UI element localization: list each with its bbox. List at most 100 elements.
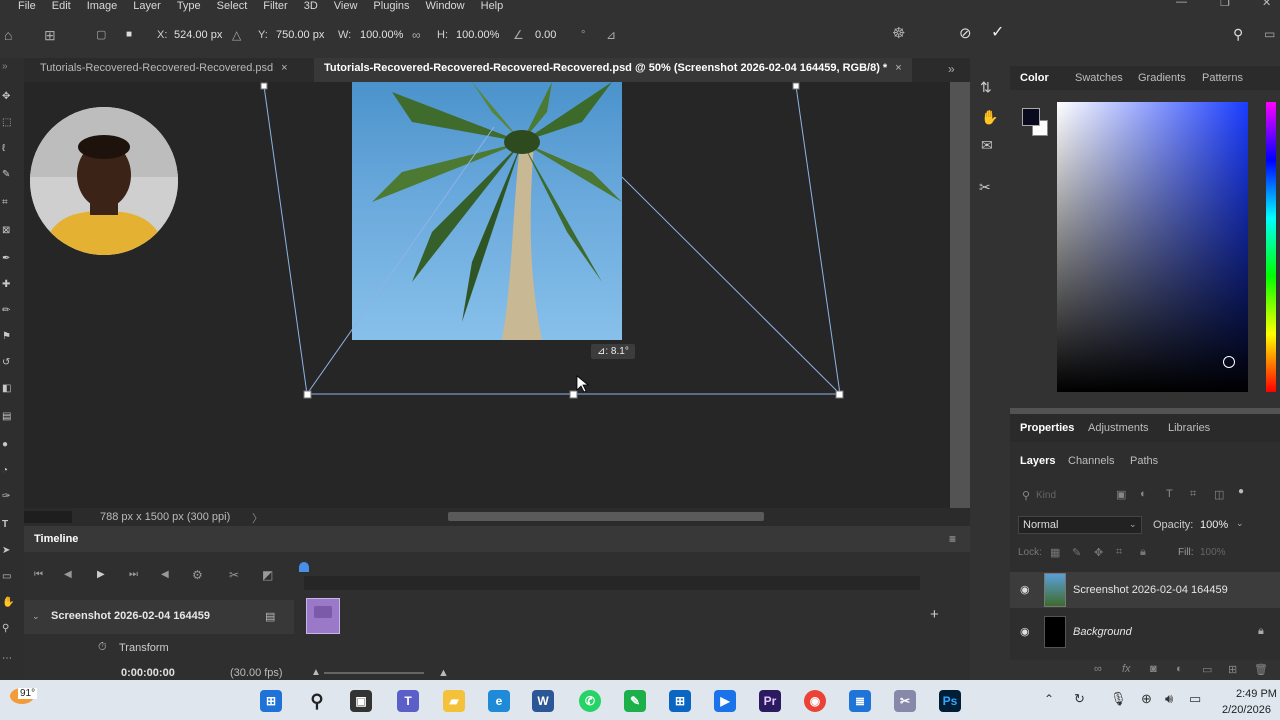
panel-collapse-icon[interactable]: » (2, 62, 16, 72)
opacity-chevron-icon[interactable]: ⌄ (1236, 518, 1244, 529)
next-frame-icon[interactable]: ⏭ (129, 569, 138, 580)
perspective-transform-box[interactable] (24, 82, 950, 508)
menu-image[interactable]: Image (79, 1, 126, 12)
quick-select-icon[interactable]: ✎ (2, 170, 16, 180)
new-layer-icon[interactable]: ⊞ (1228, 663, 1237, 676)
network-icon[interactable]: ⊕ (1141, 691, 1152, 707)
shape-tool-icon[interactable]: ▭ (2, 572, 16, 582)
tab-document-2[interactable]: Tutorials-Recovered-Recovered-Recovered-… (314, 58, 912, 82)
tabs-overflow-icon[interactable]: » (948, 62, 955, 76)
menu-layer[interactable]: Layer (125, 1, 169, 12)
sync-icon[interactable]: ↻ (1074, 691, 1085, 707)
timeline-ruler[interactable] (304, 576, 920, 590)
filter-type-icon[interactable]: T (1166, 488, 1173, 500)
filter-smart-icon[interactable]: ◫ (1214, 488, 1224, 501)
task-view-icon[interactable]: ▣ (350, 690, 372, 712)
commit-transform-icon[interactable]: ✓ (991, 25, 1004, 41)
whatsapp-icon[interactable]: ✆ (579, 690, 601, 712)
play-icon[interactable]: ▶ (97, 569, 105, 580)
angle-field[interactable]: 0.00 (535, 29, 556, 41)
warp-mode-icon[interactable]: ⊿ (606, 28, 616, 42)
lock-pixels-icon[interactable]: ✎ (1072, 546, 1081, 559)
clock-date[interactable]: 2/20/2026 (1222, 704, 1271, 716)
x-field[interactable]: 524.00 px (174, 29, 222, 41)
zoom-slider[interactable] (324, 672, 424, 674)
stamp-tool-icon[interactable]: ⚑ (2, 332, 16, 342)
transition-icon[interactable]: ◩ (262, 568, 273, 582)
lock-all-icon[interactable]: 🔒︎ (1140, 546, 1146, 559)
zoom-in-icon[interactable]: ▲ (438, 667, 449, 679)
layer-row[interactable]: ◉ Screenshot 2026-02-04 164459 (1010, 572, 1280, 608)
tools-panel-icon[interactable]: ✂ (979, 180, 991, 194)
timeline-menu-icon[interactable]: ≡ (949, 532, 956, 546)
tab-gradients[interactable]: Gradients (1138, 72, 1186, 84)
layer-row[interactable]: ◉ Background 🔒︎ (1010, 614, 1280, 650)
maximize-icon[interactable]: ❐ (1220, 0, 1230, 9)
brush-tool-icon[interactable]: ✏ (2, 306, 16, 316)
hand-tool-icon[interactable]: ✋ (2, 598, 16, 608)
menu-plugins[interactable]: Plugins (365, 1, 417, 12)
home-icon[interactable]: ⌂ (4, 28, 12, 42)
reference-grid-icon[interactable]: ■ (126, 28, 132, 42)
type-tool-icon[interactable]: T (2, 520, 16, 530)
tab-paths[interactable]: Paths (1130, 455, 1158, 467)
settings-icon[interactable]: ⚙ (192, 568, 203, 582)
color-picker-field[interactable] (1057, 102, 1248, 392)
zoom-out-icon[interactable]: ▲ (311, 667, 321, 678)
edge-icon[interactable]: e (488, 690, 510, 712)
menu-filter[interactable]: Filter (255, 1, 295, 12)
reference-toggle-icon[interactable]: ▢ (96, 28, 106, 42)
close-tab-icon[interactable]: × (895, 62, 901, 74)
menu-window[interactable]: Window (418, 1, 473, 12)
relative-position-icon[interactable]: △ (232, 28, 241, 42)
move-tool-icon[interactable]: ✥ (2, 92, 16, 102)
opacity-field[interactable]: 100% (1200, 519, 1228, 531)
tab-properties[interactable]: Properties (1020, 422, 1074, 434)
layer-name[interactable]: Background (1073, 626, 1132, 638)
lasso-tool-icon[interactable]: ℓ (2, 144, 16, 154)
filter-image-icon[interactable]: ▣ (1116, 488, 1126, 501)
tab-libraries[interactable]: Libraries (1168, 422, 1210, 434)
volume-icon[interactable]: 🔊︎ (1165, 691, 1173, 707)
gradient-tool-icon[interactable]: ▤ (2, 412, 16, 422)
microphone-icon[interactable]: 🎙︎ (1110, 691, 1127, 707)
filter-adjust-icon[interactable]: ◐ (1140, 488, 1147, 500)
chrome-icon[interactable]: ◉ (804, 690, 826, 712)
tab-layers[interactable]: Layers (1020, 455, 1055, 467)
dodge-tool-icon[interactable]: ◔ (2, 466, 16, 476)
playhead[interactable] (299, 562, 309, 572)
add-mask-icon[interactable]: ◙ (1150, 663, 1157, 675)
eraser-tool-icon[interactable]: ◧ (2, 384, 16, 394)
healing-brush-icon[interactable]: ✚ (2, 280, 16, 290)
tray-overflow-icon[interactable]: ⌃ (1044, 692, 1054, 706)
frame-tool-icon[interactable]: ⊠ (2, 226, 16, 236)
menu-select[interactable]: Select (209, 1, 256, 12)
close-tab-icon[interactable]: × (281, 62, 287, 74)
menu-3d[interactable]: 3D (296, 1, 326, 12)
search-icon[interactable]: ⚲ (1233, 27, 1243, 41)
premiere-pro-icon[interactable]: Pr (759, 690, 781, 712)
tab-swatches[interactable]: Swatches (1075, 72, 1123, 84)
photoshop-icon[interactable]: Ps (939, 690, 961, 712)
close-window-icon[interactable]: ✕ (1262, 0, 1271, 9)
taskbar-search-icon[interactable]: ⚲ (306, 690, 328, 712)
menu-view[interactable]: View (326, 1, 366, 12)
puppet-icon[interactable]: ☸ (892, 26, 905, 41)
new-group-icon[interactable]: ▭ (1202, 663, 1212, 676)
tab-color[interactable]: Color (1020, 72, 1049, 84)
menu-file[interactable]: File (10, 1, 44, 12)
actions-panel-icon[interactable]: ✋ (981, 110, 998, 124)
layer-name[interactable]: Screenshot 2026-02-04 164459 (1073, 584, 1228, 596)
zoom-field[interactable] (24, 511, 72, 523)
fill-field[interactable]: 100% (1200, 547, 1226, 558)
status-arrow-icon[interactable]: 〉 (252, 510, 263, 526)
teams-icon[interactable]: T (397, 690, 419, 712)
kind-filter[interactable]: Kind (1036, 490, 1056, 501)
history-panel-icon[interactable]: ⇅ (980, 80, 992, 94)
horizontal-scrollbar[interactable] (448, 512, 764, 521)
tab-patterns[interactable]: Patterns (1202, 72, 1243, 84)
menu-help[interactable]: Help (473, 1, 512, 12)
tab-adjustments[interactable]: Adjustments (1088, 422, 1149, 434)
start-button-icon[interactable]: ⊞ (260, 690, 282, 712)
marquee-tool-icon[interactable]: ⬚ (2, 118, 16, 128)
